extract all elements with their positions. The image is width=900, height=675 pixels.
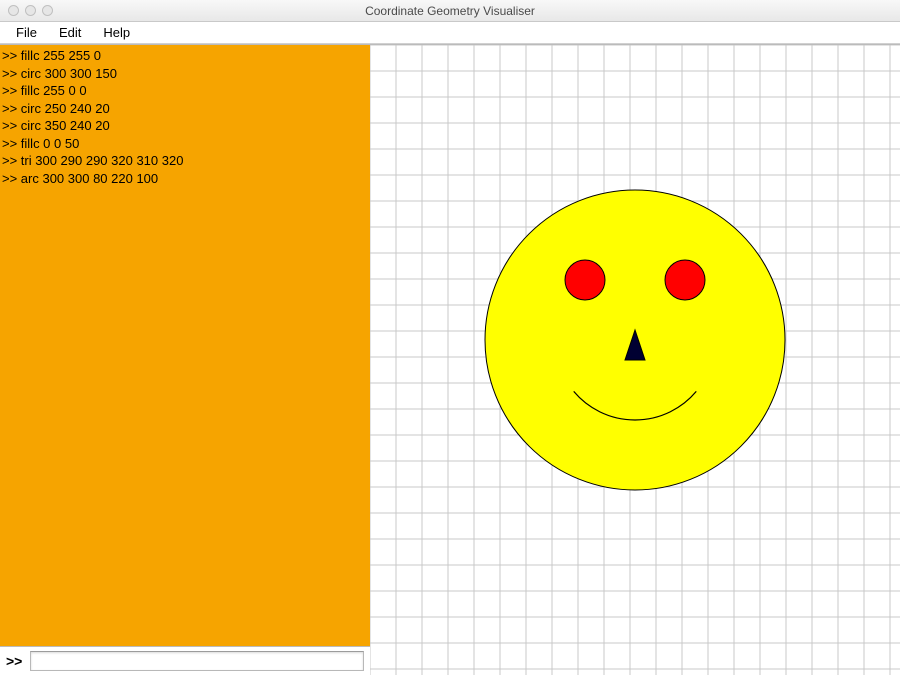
app-window: Coordinate Geometry Visualiser File Edit… [0,0,900,675]
history-line: >> circ 250 240 20 [2,100,368,118]
window-controls [8,5,53,16]
titlebar: Coordinate Geometry Visualiser [0,0,900,22]
minimize-window-button[interactable] [25,5,36,16]
history-line: >> tri 300 290 290 320 310 320 [2,152,368,170]
menu-file[interactable]: File [6,23,47,42]
menu-bar: File Edit Help [0,22,900,44]
menu-edit[interactable]: Edit [49,23,91,42]
drawing-canvas [370,45,900,675]
command-history: >> fillc 255 255 0>> circ 300 300 150>> … [0,45,370,647]
command-input[interactable] [30,651,364,671]
history-line: >> circ 350 240 20 [2,117,368,135]
window-title: Coordinate Geometry Visualiser [0,4,900,18]
prompt-label: >> [4,653,24,669]
shape-layer [370,45,900,675]
history-line: >> fillc 255 0 0 [2,82,368,100]
zoom-window-button[interactable] [42,5,53,16]
history-line: >> arc 300 300 80 220 100 [2,170,368,188]
left-column: >> fillc 255 255 0>> circ 300 300 150>> … [0,45,370,675]
prompt-row: >> [0,647,370,675]
history-line: >> fillc 255 255 0 [2,47,368,65]
close-window-button[interactable] [8,5,19,16]
history-line: >> fillc 0 0 50 [2,135,368,153]
menu-help[interactable]: Help [93,23,140,42]
history-line: >> circ 300 300 150 [2,65,368,83]
content-row: >> fillc 255 255 0>> circ 300 300 150>> … [0,44,900,675]
